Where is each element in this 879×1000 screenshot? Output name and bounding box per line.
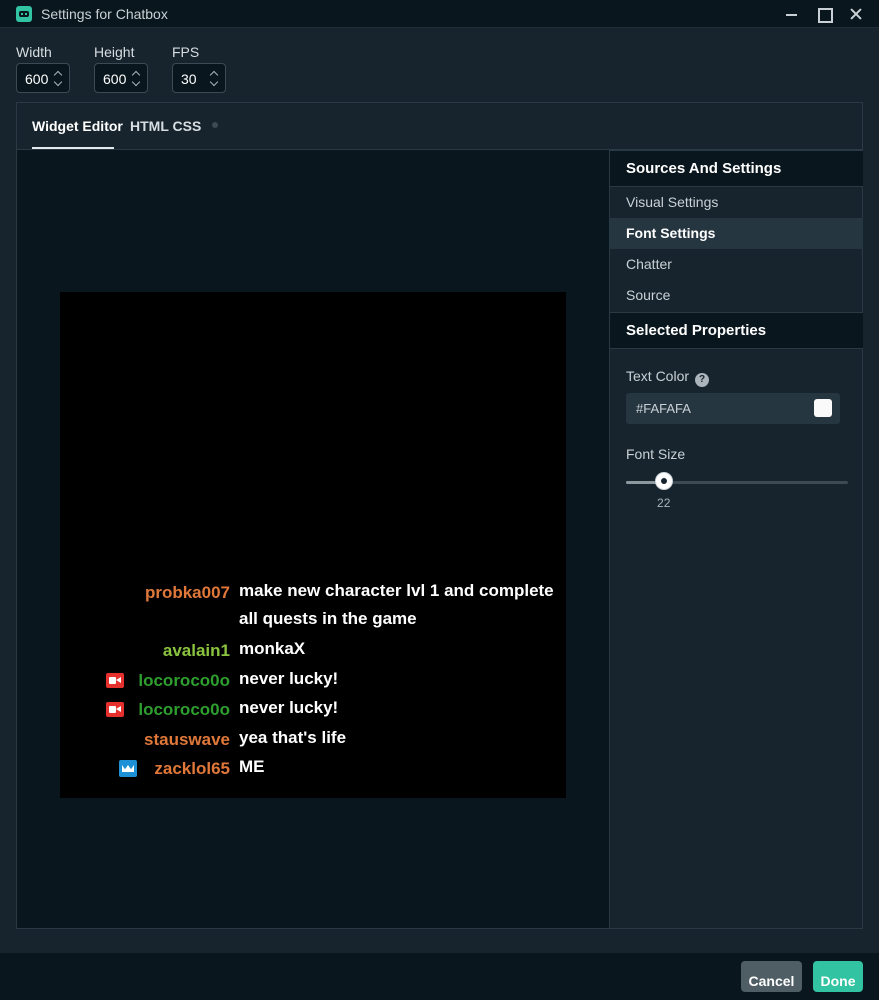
font-size-label: Font Size xyxy=(626,446,686,462)
fps-stepper-icon[interactable] xyxy=(209,69,219,87)
chat-username: probka007 xyxy=(144,583,230,602)
color-swatch[interactable] xyxy=(814,399,832,417)
text-color-input[interactable]: #FAFAFA xyxy=(626,393,840,424)
camera-badge-icon xyxy=(106,673,124,688)
sources-heading: Sources And Settings xyxy=(610,150,863,187)
height-value: 600 xyxy=(103,71,127,87)
chat-username: stauswave xyxy=(144,730,230,749)
sidebar-item-chatter[interactable]: Chatter xyxy=(610,249,863,280)
chat-text: never lucky! xyxy=(239,669,339,688)
chat-text: never lucky! xyxy=(239,698,339,717)
width-label: Width xyxy=(16,44,52,60)
fps-value: 30 xyxy=(181,71,197,87)
tab-widget-editor[interactable]: Widget Editor xyxy=(32,118,123,134)
width-field-group: Width 600 xyxy=(16,44,70,93)
height-stepper-icon[interactable] xyxy=(131,69,141,87)
app-icon xyxy=(16,6,32,22)
width-value: 600 xyxy=(25,71,49,87)
sidebar-item-visual-settings[interactable]: Visual Settings xyxy=(610,187,863,218)
chat-text: ME xyxy=(239,757,265,776)
text-color-label-row: Text Color? xyxy=(626,368,710,387)
active-tab-indicator xyxy=(32,147,114,149)
camera-badge-icon xyxy=(106,702,124,717)
maximize-icon[interactable] xyxy=(814,4,834,24)
done-button[interactable]: Done xyxy=(813,961,863,992)
minimize-icon[interactable] xyxy=(782,4,802,24)
settings-sidebar: Sources And Settings Visual Settings Fon… xyxy=(609,150,863,928)
properties-heading: Selected Properties xyxy=(610,312,863,349)
font-size-value: 22 xyxy=(657,496,671,510)
fps-input[interactable]: 30 xyxy=(172,63,226,93)
status-dot-icon xyxy=(212,122,218,128)
text-color-value: #FAFAFA xyxy=(636,401,691,416)
chat-text: monkaX xyxy=(239,639,306,658)
chat-username: locoroco0o xyxy=(138,700,230,719)
help-icon[interactable]: ? xyxy=(695,373,710,387)
fps-field-group: FPS 30 xyxy=(172,44,226,93)
width-input[interactable]: 600 xyxy=(16,63,70,93)
tab-html-css[interactable]: HTML CSS xyxy=(130,118,201,134)
window-title: Settings for Chatbox xyxy=(41,6,168,22)
sidebar-item-source[interactable]: Source xyxy=(610,280,863,311)
fps-label: FPS xyxy=(172,44,200,60)
chat-message: zacklol65 ME xyxy=(60,757,566,788)
chat-preview: probka007 make new character lvl 1 and c… xyxy=(60,292,566,798)
crown-badge-icon xyxy=(119,760,137,777)
preview-area: probka007 make new character lvl 1 and c… xyxy=(17,150,609,928)
close-icon[interactable] xyxy=(846,4,866,24)
cancel-button[interactable]: Cancel xyxy=(741,961,802,992)
title-bar: Settings for Chatbox xyxy=(0,0,879,28)
chat-username: locoroco0o xyxy=(138,671,230,690)
height-input[interactable]: 600 xyxy=(94,63,148,93)
width-stepper-icon[interactable] xyxy=(53,69,63,87)
height-field-group: Height 600 xyxy=(94,44,148,93)
height-label: Height xyxy=(94,44,135,60)
tab-bar: Widget Editor HTML CSS xyxy=(17,103,862,150)
chat-text: make new character lvl 1 and complete al… xyxy=(239,581,554,628)
chat-username: avalain1 xyxy=(162,641,230,660)
chat-username: zacklol65 xyxy=(154,759,230,778)
footer-bar: Cancel Done xyxy=(0,953,879,1000)
chat-text: yea that's life xyxy=(239,728,347,747)
editor-panel: Widget Editor HTML CSS probka007 make ne… xyxy=(16,102,863,929)
text-color-label: Text Color xyxy=(626,368,690,384)
sidebar-item-font-settings[interactable]: Font Settings xyxy=(610,218,863,249)
chat-message: probka007 make new character lvl 1 and c… xyxy=(60,581,566,628)
font-size-slider-handle[interactable] xyxy=(655,473,672,489)
